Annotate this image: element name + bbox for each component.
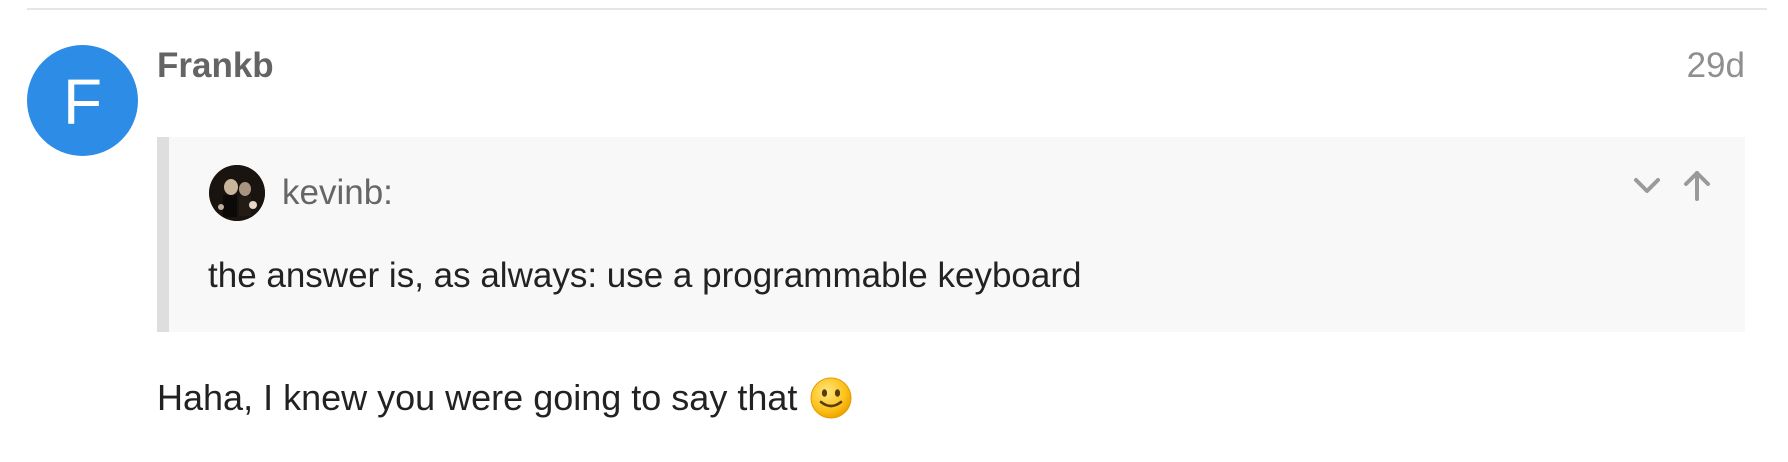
quote-author[interactable]: kevinb: xyxy=(282,173,393,213)
chevron-down-icon[interactable] xyxy=(1629,167,1665,203)
avatar[interactable]: F xyxy=(27,45,138,156)
quote-text: the answer is, as always: use a programm… xyxy=(208,256,1082,295)
post-body: Haha, I knew you were going to say that xyxy=(157,376,853,420)
post-date[interactable]: 29d xyxy=(1687,46,1745,86)
avatar-letter: F xyxy=(62,65,103,138)
post-body-text: Haha, I knew you were going to say that xyxy=(157,377,798,418)
arrow-up-icon[interactable] xyxy=(1679,167,1715,203)
username[interactable]: Frankb xyxy=(157,46,274,86)
slight-smile-emoji-icon xyxy=(809,376,853,420)
divider xyxy=(27,8,1767,10)
post: F Frankb 29d kevinb: the answer is, as a… xyxy=(0,0,1788,462)
quote-controls xyxy=(1629,167,1715,203)
quote-block: kevinb: the answer is, as always: use a … xyxy=(157,137,1745,332)
quote-avatar[interactable] xyxy=(209,165,265,221)
